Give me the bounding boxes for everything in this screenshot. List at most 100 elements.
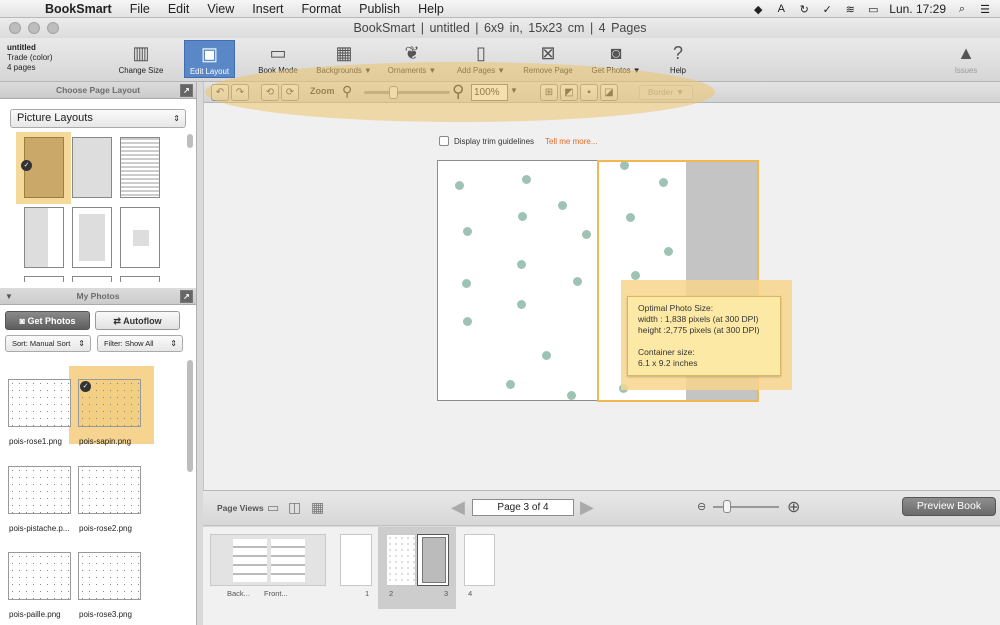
preview-book-button[interactable]: Preview Book [902, 497, 996, 516]
align-bottomright-button[interactable]: ◪ [600, 84, 618, 101]
layout-thumb-small[interactable] [120, 207, 160, 268]
chevron-down-icon[interactable]: ▼ [510, 86, 518, 95]
list-icon[interactable]: ☰ [978, 3, 992, 16]
undo-button[interactable]: ↶ [211, 84, 229, 101]
rotate-right-button[interactable]: ⟳ [281, 84, 299, 101]
zoom-plus-icon[interactable]: ⊕ [787, 497, 800, 517]
single-page-view-icon[interactable]: ▭ [267, 500, 279, 516]
menu-help[interactable]: Help [409, 2, 453, 16]
photo-size-tooltip: Optimal Photo Size: width : 1,838 pixels… [627, 296, 781, 376]
get-photos-button[interactable]: ◙ Get Photos ▼ [586, 40, 646, 78]
zoom-value-field[interactable]: 100% [471, 84, 508, 101]
menu-insert[interactable]: Insert [243, 2, 292, 16]
trim-guidelines-checkbox[interactable] [439, 136, 449, 146]
dropbox-icon[interactable]: ◆ [751, 3, 765, 16]
page-thumb-2[interactable] [386, 534, 416, 586]
polka-dot [517, 300, 526, 309]
change-size-button[interactable]: ▥ Change Size [115, 40, 167, 78]
checkmark-icon: ✓ [80, 381, 91, 392]
menu-format[interactable]: Format [293, 2, 351, 16]
ornaments-button[interactable]: ❦ Ornaments ▼ [384, 40, 440, 78]
redo-button[interactable]: ↷ [231, 84, 249, 101]
layout-thumb-row3-c[interactable] [120, 276, 160, 282]
disclosure-triangle-icon[interactable]: ▼ [5, 288, 13, 305]
spread-view-icon[interactable]: ◫ [288, 499, 301, 516]
photo-thumb[interactable] [78, 552, 141, 600]
layout-scrollbar[interactable] [187, 134, 193, 148]
align-center-button[interactable]: ▪ [580, 84, 598, 101]
thumb-size-knob[interactable] [723, 500, 731, 513]
adobe-icon[interactable]: A [774, 3, 788, 15]
border-button[interactable]: Border ▼ [639, 85, 693, 100]
spotlight-icon[interactable]: ⌕ [955, 3, 969, 16]
layout-thumb-half[interactable] [24, 207, 64, 268]
zoom-minus-icon[interactable]: ⊖ [697, 500, 706, 513]
photo-thumb-selected[interactable]: ✓ [78, 379, 141, 427]
tell-me-more-link[interactable]: Tell me more... [545, 137, 597, 146]
remove-page-button[interactable]: ⊠ Remove Page [519, 40, 577, 78]
layout-thumb-grey[interactable] [72, 137, 112, 198]
trim-guidelines-row: Display trim guidelines Tell me more... [439, 136, 598, 146]
menu-file[interactable]: File [121, 2, 159, 16]
page-thumb-1[interactable] [340, 534, 372, 586]
photo-thumb[interactable] [8, 466, 71, 514]
photos-scrollbar[interactable] [187, 360, 193, 472]
polka-dot [506, 380, 515, 389]
next-page-icon[interactable]: ▶ [580, 497, 594, 518]
window-title-bar: BookSmart | untitled | 6x9 in, 15x23 cm … [0, 18, 1000, 38]
grid-view-icon[interactable]: ▦ [311, 499, 324, 516]
book-format: Trade (color) [7, 53, 53, 62]
zoom-slider-track[interactable] [364, 91, 450, 94]
autoflow-button[interactable]: ⇄ Autoflow [95, 311, 180, 330]
polka-dot [567, 391, 576, 400]
check-icon[interactable]: ✓ [820, 3, 834, 16]
page-thumb-3[interactable] [417, 534, 449, 586]
layout-category-value: Picture Layouts [17, 112, 93, 124]
menu-publish[interactable]: Publish [350, 2, 409, 16]
sort-select[interactable]: Sort: Manual Sort ⇕ [5, 335, 91, 352]
layout-thumb-row3-a[interactable] [24, 276, 64, 282]
page-thumb-label: Front... [264, 589, 288, 598]
cover-thumb[interactable] [210, 534, 326, 586]
wifi-icon[interactable]: ≋ [843, 3, 857, 16]
battery-icon[interactable]: ▭ [866, 3, 880, 16]
menu-app[interactable]: BookSmart [36, 2, 121, 16]
page-indicator[interactable]: Page 3 of 4 [472, 499, 574, 516]
layout-category-select[interactable]: Picture Layouts ⇕ [10, 109, 186, 128]
add-pages-button[interactable]: ▯ Add Pages ▼ [452, 40, 510, 78]
book-mode-button[interactable]: ▭ Book Mode [253, 40, 303, 78]
sort-value: Sort: Manual Sort [12, 339, 71, 348]
help-button[interactable]: ? Help [662, 40, 694, 78]
help-icon: ? [672, 43, 683, 63]
zoom-slider-knob[interactable] [389, 86, 398, 99]
polka-dot [463, 317, 472, 326]
page-thumb-4[interactable] [464, 534, 495, 586]
layout-thumb-lines[interactable] [120, 137, 160, 198]
menu-view[interactable]: View [198, 2, 243, 16]
align-topleft-button[interactable]: ◩ [560, 84, 578, 101]
help-label: Help [669, 66, 687, 75]
fit-fill-button[interactable]: ⊞ [540, 84, 558, 101]
rotate-left-button[interactable]: ⟲ [261, 84, 279, 101]
previous-page-icon[interactable]: ◀ [451, 497, 465, 518]
get-photos-panel-button[interactable]: ◙ Get Photos [5, 311, 90, 330]
layout-thumb-full[interactable]: ✓ [21, 137, 64, 198]
filter-select[interactable]: Filter: Show All ⇕ [97, 335, 183, 352]
menu-edit[interactable]: Edit [159, 2, 199, 16]
zoom-out-icon[interactable]: ⚲ [342, 83, 352, 100]
photo-thumb[interactable] [8, 379, 71, 427]
clock[interactable]: Lun. 17:29 [889, 2, 946, 16]
backgrounds-button[interactable]: ▦ Backgrounds ▼ [312, 40, 376, 78]
zoom-in-icon[interactable]: ⚲ [452, 82, 464, 102]
photo-thumb[interactable] [8, 552, 71, 600]
small-block [133, 230, 149, 246]
photo-label: pois-rose3.png [79, 610, 132, 619]
sync-icon[interactable]: ↻ [797, 3, 811, 16]
issues-button[interactable]: ▲ Issues [948, 40, 984, 78]
layout-thumb-row3-b[interactable] [72, 276, 112, 282]
photo-thumb[interactable] [78, 466, 141, 514]
edit-layout-button[interactable]: ▣ Edit Layout [184, 40, 235, 78]
popout-icon[interactable]: ↗ [180, 290, 193, 303]
layout-thumb-inset[interactable] [72, 207, 112, 268]
popout-icon[interactable]: ↗ [180, 84, 193, 97]
